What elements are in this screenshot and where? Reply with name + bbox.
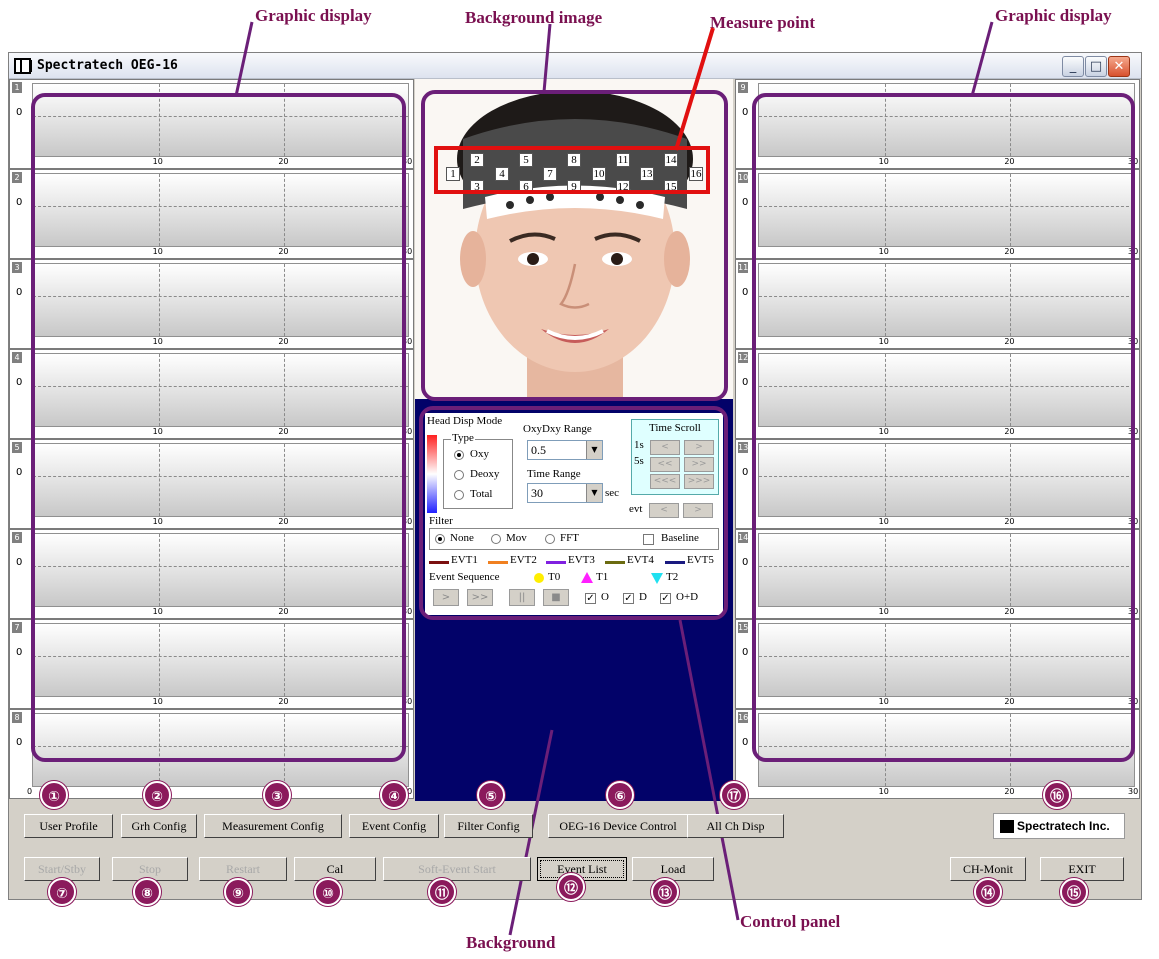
annotation-graphic-display-right [752, 93, 1135, 762]
badge-event-config-button: ④ [380, 781, 408, 809]
channel-number: 2 [12, 172, 22, 183]
y-zero-label: 0 [742, 197, 749, 208]
channel-number: 8 [12, 712, 22, 723]
y-zero-label: 0 [16, 467, 23, 478]
channel-number: 13 [738, 442, 749, 453]
channel-number: 14 [738, 532, 749, 543]
y-zero-label: 0 [16, 197, 23, 208]
y-zero-label: 0 [16, 287, 23, 298]
x-tick-label: 0 [27, 787, 33, 796]
annotation-graphic-display-left [31, 93, 406, 762]
badge-load-button: ⑬ [651, 878, 679, 906]
badge-soft-event-start-button: ⑪ [428, 878, 456, 906]
cal-button[interactable]: Cal [294, 857, 376, 881]
channel-number: 3 [12, 262, 22, 273]
maximize-button[interactable]: □ [1085, 56, 1107, 77]
logo-text: Spectratech Inc. [1017, 819, 1110, 833]
app-logo-icon [14, 58, 32, 74]
y-zero-label: 0 [742, 107, 749, 118]
badge-16: ⑯ [1043, 781, 1071, 809]
y-zero-label: 0 [16, 737, 23, 748]
channel-number: 1 [12, 82, 22, 93]
minimize-button[interactable]: _ [1062, 56, 1084, 77]
oeg-16-device-control-button[interactable]: OEG-16 Device Control [548, 814, 688, 838]
y-zero-label: 0 [16, 557, 23, 568]
y-zero-label: 0 [16, 107, 23, 118]
title-bar[interactable]: Spectratech OEG-16 _ □ ✕ [9, 53, 1141, 79]
channel-number: 9 [738, 82, 748, 93]
badge-exit-button: ⑮ [1060, 878, 1088, 906]
filter-config-button[interactable]: Filter Config [444, 814, 533, 838]
y-zero-label: 0 [742, 377, 749, 388]
badge-start-stby-button: ⑦ [48, 878, 76, 906]
y-zero-label: 0 [16, 647, 23, 658]
x-tick-label: 20 [1004, 787, 1015, 796]
channel-number: 11 [738, 262, 749, 273]
load-button[interactable]: Load [632, 857, 714, 881]
logo-box: Spectratech Inc. [993, 813, 1125, 839]
y-zero-label: 0 [742, 467, 749, 478]
badge-measurement-config-button: ③ [263, 781, 291, 809]
badge-cal-button: ⑩ [314, 878, 342, 906]
channel-number: 12 [738, 352, 749, 363]
channel-number: 10 [738, 172, 749, 183]
annotation-control-panel [419, 406, 728, 620]
badge-stop-button: ⑧ [133, 878, 161, 906]
badge-event-list-button: ⑫ [557, 873, 585, 901]
all-ch-disp-button[interactable]: All Ch Disp [687, 814, 784, 838]
y-zero-label: 0 [16, 377, 23, 388]
window-title: Spectratech OEG-16 [37, 58, 178, 73]
badge-all-ch-disp-button: ⑰ [720, 781, 748, 809]
badge-oeg-16-device-control-button: ⑥ [606, 781, 634, 809]
channel-number: 15 [738, 622, 749, 633]
soft-event-start-button[interactable]: Soft-Event Start [383, 857, 531, 881]
channel-number: 5 [12, 442, 22, 453]
badge-restart-button: ⑨ [224, 878, 252, 906]
channel-number: 6 [12, 532, 22, 543]
close-button[interactable]: ✕ [1108, 56, 1130, 77]
y-zero-label: 0 [742, 557, 749, 568]
channel-number: 4 [12, 352, 22, 363]
x-tick-label: 10 [878, 787, 889, 796]
logo-icon [1000, 820, 1014, 833]
callout-background-image: Background image [465, 8, 603, 27]
badge-grh-config-button: ② [143, 781, 171, 809]
y-zero-label: 0 [742, 287, 749, 298]
measurement-config-button[interactable]: Measurement Config [204, 814, 342, 838]
badge-user-profile-button: ① [40, 781, 68, 809]
restart-button[interactable]: Restart [199, 857, 287, 881]
callout-measure-point: Measure point [710, 13, 815, 32]
callout-background: Background [466, 933, 556, 952]
exit-button[interactable]: EXIT [1040, 857, 1124, 881]
y-zero-label: 0 [742, 647, 749, 658]
channel-number: 16 [738, 712, 749, 723]
user-profile-button[interactable]: User Profile [24, 814, 113, 838]
y-zero-label: 0 [742, 737, 749, 748]
annotation-background-image [421, 90, 728, 401]
event-config-button[interactable]: Event Config [349, 814, 439, 838]
x-tick-label: 30 [1128, 787, 1139, 796]
grh-config-button[interactable]: Grh Config [121, 814, 197, 838]
callout-graphic-display-right: Graphic display [995, 6, 1112, 25]
callout-graphic-display-left: Graphic display [255, 6, 372, 25]
channel-number: 7 [12, 622, 22, 633]
badge-filter-config-button: ⑤ [477, 781, 505, 809]
callout-control-panel: Control panel [740, 912, 841, 931]
badge-ch-monit-button: ⑭ [974, 878, 1002, 906]
